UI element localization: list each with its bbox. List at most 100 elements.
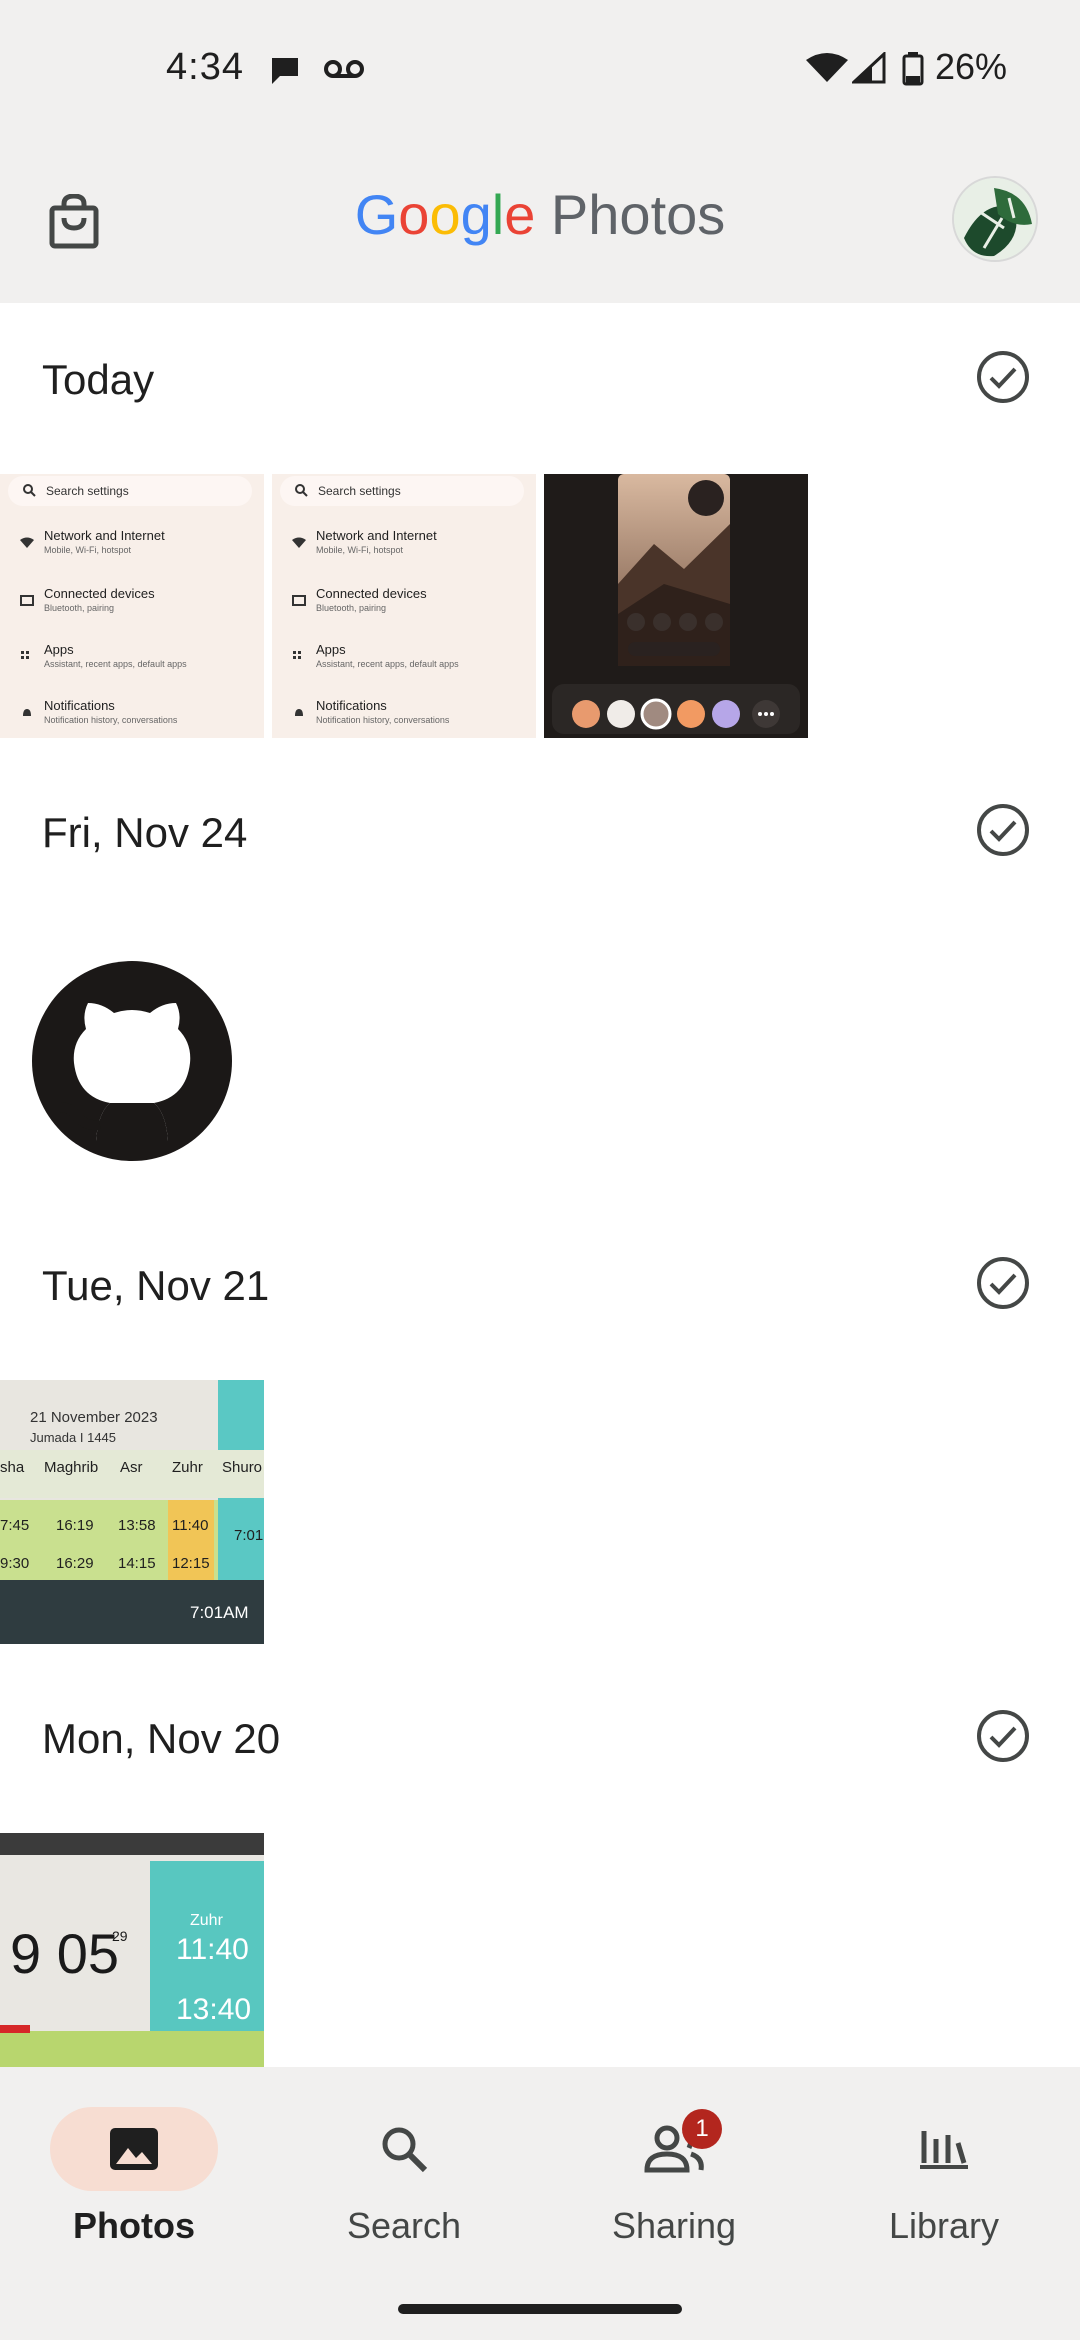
nav-label: Photos bbox=[73, 2205, 195, 2246]
svg-text:11:40: 11:40 bbox=[176, 1933, 249, 1966]
title-product: Photos bbox=[550, 183, 726, 246]
app-bar: Google Photos bbox=[0, 140, 1080, 303]
svg-text:21 November 2023: 21 November 2023 bbox=[30, 1409, 158, 1426]
thumb-settings-row: Connected devices Bluetooth, pairing bbox=[316, 586, 427, 613]
nav-label: Library bbox=[888, 2205, 1000, 2246]
svg-text:Zuhr: Zuhr bbox=[190, 1912, 224, 1929]
wallpaper-preview-image bbox=[544, 474, 808, 738]
select-all-check-icon[interactable] bbox=[976, 1709, 1030, 1763]
nav-item-sharing[interactable]: 1 Sharing bbox=[574, 2087, 804, 2246]
section-header: Mon, Nov 20 bbox=[0, 1677, 1080, 1797]
prayer-times-board-image: 21 November 2023 Jumada I 1445 sha Maghr… bbox=[0, 1380, 264, 1644]
home-gesture-bar[interactable] bbox=[398, 2304, 682, 2314]
photo-thumbnail[interactable] bbox=[0, 927, 264, 1191]
svg-text:16:29: 16:29 bbox=[56, 1555, 94, 1572]
voicemail-icon bbox=[324, 58, 364, 85]
svg-text:9 05: 9 05 bbox=[10, 1922, 119, 1985]
google-photos-screen: 4:34 26% Google Photos Today Search sett… bbox=[0, 0, 1080, 2340]
thumb-settings-row: Notifications Notification history, conve… bbox=[316, 698, 450, 725]
svg-text:7:01: 7:01 bbox=[234, 1527, 263, 1544]
svg-text:13:40: 13:40 bbox=[176, 1993, 251, 2026]
section-title: Today bbox=[42, 356, 155, 403]
notification-badge: 1 bbox=[682, 2109, 722, 2149]
battery-icon bbox=[902, 52, 924, 91]
svg-text:Zuhr: Zuhr bbox=[172, 1459, 203, 1476]
thumb-search-bar: Search settings bbox=[8, 476, 252, 506]
select-all-check-icon[interactable] bbox=[976, 1256, 1030, 1310]
svg-text:Asr: Asr bbox=[120, 1459, 143, 1476]
status-bar: 4:34 26% bbox=[0, 0, 1080, 140]
svg-text:Jumada I 1445: Jumada I 1445 bbox=[30, 1430, 116, 1445]
thumb-search-bar: Search settings bbox=[280, 476, 524, 506]
title-letter: e bbox=[504, 183, 536, 246]
apps-grid-icon bbox=[20, 650, 34, 662]
app-title: Google Photos bbox=[0, 182, 1080, 247]
title-letter: o bbox=[429, 183, 461, 246]
wifi-icon bbox=[292, 536, 306, 548]
chat-bubble-icon bbox=[268, 54, 302, 91]
svg-text:12:15: 12:15 bbox=[172, 1555, 210, 1572]
photo-thumbnail[interactable] bbox=[544, 474, 808, 738]
svg-text:Maghrib: Maghrib bbox=[44, 1459, 98, 1476]
select-all-check-icon[interactable] bbox=[976, 803, 1030, 857]
title-letter: G bbox=[354, 183, 399, 246]
svg-text:13:58: 13:58 bbox=[118, 1517, 156, 1534]
battery-percent: 26% bbox=[935, 46, 1008, 87]
svg-text:11:40: 11:40 bbox=[172, 1517, 208, 1534]
section-header: Fri, Nov 24 bbox=[0, 771, 1080, 891]
section-title: Fri, Nov 24 bbox=[42, 809, 248, 856]
svg-text:29: 29 bbox=[112, 1928, 128, 1944]
svg-text:9:30: 9:30 bbox=[0, 1555, 29, 1572]
thumb-settings-row: Apps Assistant, recent apps, default apps bbox=[44, 642, 187, 669]
select-all-check-icon[interactable] bbox=[976, 350, 1030, 404]
photo-icon bbox=[98, 2123, 170, 2175]
photo-thumbnail[interactable]: Search settings Network and Internet Mobi… bbox=[0, 474, 264, 738]
thumb-settings-row: Apps Assistant, recent apps, default apps bbox=[316, 642, 459, 669]
search-icon bbox=[294, 483, 308, 502]
svg-text:16:19: 16:19 bbox=[56, 1517, 94, 1534]
svg-text:Shuro: Shuro bbox=[222, 1459, 262, 1476]
section-title: Mon, Nov 20 bbox=[42, 1715, 281, 1762]
bell-icon bbox=[20, 706, 34, 718]
devices-icon bbox=[20, 594, 34, 606]
devices-icon bbox=[292, 594, 306, 606]
nav-label: Sharing bbox=[611, 2205, 737, 2246]
nav-item-photos[interactable]: Photos bbox=[34, 2087, 264, 2246]
title-letter: g bbox=[460, 183, 492, 246]
top-area: 4:34 26% Google Photos bbox=[0, 0, 1080, 303]
thumb-settings-row: Notifications Notification history, conve… bbox=[44, 698, 178, 725]
svg-text:7:45: 7:45 bbox=[0, 1517, 29, 1534]
section-header: Today bbox=[0, 318, 1080, 438]
github-logo-icon bbox=[0, 961, 264, 1191]
cell-signal-icon bbox=[850, 50, 886, 89]
search-icon bbox=[368, 2123, 440, 2175]
svg-text:14:15: 14:15 bbox=[118, 1555, 156, 1572]
nav-item-library[interactable]: Library bbox=[844, 2087, 1074, 2246]
thumb-settings-row: Connected devices Bluetooth, pairing bbox=[44, 586, 155, 613]
svg-text:sha: sha bbox=[0, 1459, 25, 1476]
photo-thumbnail[interactable]: 9 05 29 Zuhr 11:40 13:40 bbox=[0, 1833, 264, 2067]
thumb-search-text: Search settings bbox=[318, 484, 401, 498]
section-title: Tue, Nov 21 bbox=[42, 1262, 270, 1309]
svg-text:7:01AM: 7:01AM bbox=[190, 1603, 249, 1622]
status-time: 4:34 bbox=[166, 46, 244, 88]
library-icon bbox=[908, 2123, 980, 2175]
wifi-icon bbox=[806, 52, 848, 89]
apps-grid-icon bbox=[292, 650, 306, 662]
photo-thumbnail[interactable]: 21 November 2023 Jumada I 1445 sha Maghr… bbox=[0, 1380, 264, 1644]
title-letter: l bbox=[491, 183, 505, 246]
search-icon bbox=[22, 483, 36, 502]
thumb-settings-row: Network and Internet Mobile, Wi-Fi, hotsp… bbox=[44, 528, 165, 555]
wifi-icon bbox=[20, 536, 34, 548]
nav-item-search[interactable]: Search bbox=[304, 2087, 534, 2246]
bottom-navigation: Photos Search 1 Sharing Library bbox=[0, 2067, 1080, 2340]
mosque-clock-image: 9 05 29 Zuhr 11:40 13:40 bbox=[0, 1833, 264, 2067]
bell-icon bbox=[292, 706, 306, 718]
title-letter: o bbox=[398, 183, 430, 246]
section-header: Tue, Nov 21 bbox=[0, 1224, 1080, 1344]
thumb-search-text: Search settings bbox=[46, 484, 129, 498]
photo-thumbnail[interactable]: Search settings Network and Internet Mobi… bbox=[272, 474, 536, 738]
nav-label: Search bbox=[346, 2205, 462, 2246]
thumb-settings-row: Network and Internet Mobile, Wi-Fi, hotsp… bbox=[316, 528, 437, 555]
account-avatar[interactable] bbox=[952, 176, 1038, 262]
